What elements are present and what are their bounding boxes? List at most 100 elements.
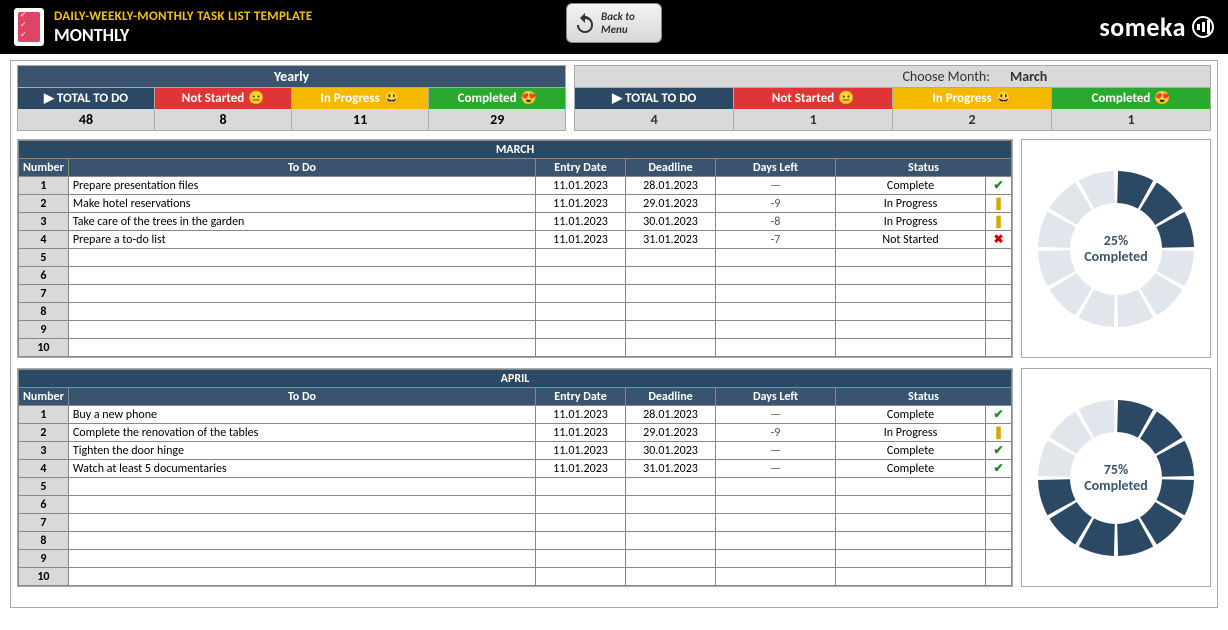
table-row[interactable]: 7 <box>19 514 1012 532</box>
row-todo[interactable] <box>68 568 535 586</box>
table-row[interactable]: 6 <box>19 496 1012 514</box>
row-status[interactable] <box>836 550 986 568</box>
row-todo[interactable] <box>68 550 535 568</box>
table-row[interactable]: 6 <box>19 267 1012 285</box>
row-deadline[interactable]: 28.01.2023 <box>626 177 716 195</box>
row-todo[interactable] <box>68 267 535 285</box>
table-row[interactable]: 5 <box>19 249 1012 267</box>
table-row[interactable]: 10 <box>19 339 1012 357</box>
row-todo[interactable] <box>68 478 535 496</box>
row-entry[interactable] <box>536 285 626 303</box>
row-entry[interactable]: 11.01.2023 <box>536 406 626 424</box>
row-status[interactable]: In Progress <box>836 424 986 442</box>
row-status[interactable]: In Progress <box>836 195 986 213</box>
table-row[interactable]: 7 <box>19 285 1012 303</box>
row-todo[interactable]: Complete the renovation of the tables <box>68 424 535 442</box>
row-status[interactable] <box>836 249 986 267</box>
row-deadline[interactable] <box>626 532 716 550</box>
row-entry[interactable] <box>536 496 626 514</box>
row-deadline[interactable] <box>626 496 716 514</box>
row-status[interactable] <box>836 496 986 514</box>
table-row[interactable]: 1 Buy a new phone 11.01.2023 28.01.2023 … <box>19 406 1012 424</box>
row-todo[interactable] <box>68 321 535 339</box>
table-row[interactable]: 9 <box>19 550 1012 568</box>
row-todo[interactable] <box>68 514 535 532</box>
row-entry[interactable]: 11.01.2023 <box>536 231 626 249</box>
row-entry[interactable] <box>536 478 626 496</box>
table-row[interactable]: 3 Tighten the door hinge 11.01.2023 30.0… <box>19 442 1012 460</box>
row-status[interactable] <box>836 532 986 550</box>
row-status[interactable] <box>836 321 986 339</box>
row-todo[interactable] <box>68 303 535 321</box>
row-deadline[interactable]: 31.01.2023 <box>626 460 716 478</box>
row-deadline[interactable] <box>626 321 716 339</box>
row-deadline[interactable] <box>626 303 716 321</box>
table-row[interactable]: 2 Complete the renovation of the tables … <box>19 424 1012 442</box>
row-deadline[interactable]: 29.01.2023 <box>626 424 716 442</box>
table-row[interactable]: 2 Make hotel reservations 11.01.2023 29.… <box>19 195 1012 213</box>
row-todo[interactable]: Take care of the trees in the garden <box>68 213 535 231</box>
row-status[interactable] <box>836 267 986 285</box>
table-row[interactable]: 4 Prepare a to-do list 11.01.2023 31.01.… <box>19 231 1012 249</box>
row-status[interactable] <box>836 514 986 532</box>
table-row[interactable]: 10 <box>19 568 1012 586</box>
row-deadline[interactable] <box>626 267 716 285</box>
row-status[interactable] <box>836 303 986 321</box>
row-status[interactable] <box>836 285 986 303</box>
table-row[interactable]: 3 Take care of the trees in the garden 1… <box>19 213 1012 231</box>
row-todo[interactable] <box>68 285 535 303</box>
row-status[interactable] <box>836 339 986 357</box>
row-status[interactable]: Complete <box>836 460 986 478</box>
table-row[interactable]: 9 <box>19 321 1012 339</box>
row-todo[interactable] <box>68 532 535 550</box>
table-row[interactable]: 8 <box>19 303 1012 321</box>
row-status[interactable]: Complete <box>836 177 986 195</box>
table-row[interactable]: 5 <box>19 478 1012 496</box>
row-todo[interactable] <box>68 249 535 267</box>
row-entry[interactable]: 11.01.2023 <box>536 195 626 213</box>
row-deadline[interactable] <box>626 550 716 568</box>
row-entry[interactable]: 11.01.2023 <box>536 213 626 231</box>
row-entry[interactable] <box>536 321 626 339</box>
row-deadline[interactable] <box>626 285 716 303</box>
row-todo[interactable]: Make hotel reservations <box>68 195 535 213</box>
row-deadline[interactable]: 31.01.2023 <box>626 231 716 249</box>
row-todo[interactable]: Prepare presentation files <box>68 177 535 195</box>
row-todo[interactable]: Tighten the door hinge <box>68 442 535 460</box>
row-deadline[interactable]: 30.01.2023 <box>626 213 716 231</box>
row-status[interactable]: Not Started <box>836 231 986 249</box>
row-entry[interactable] <box>536 339 626 357</box>
row-status[interactable]: Complete <box>836 442 986 460</box>
row-entry[interactable]: 11.01.2023 <box>536 424 626 442</box>
row-deadline[interactable] <box>626 249 716 267</box>
row-entry[interactable] <box>536 249 626 267</box>
row-entry[interactable] <box>536 267 626 285</box>
row-deadline[interactable]: 28.01.2023 <box>626 406 716 424</box>
choose-month-value[interactable]: March <box>1010 68 1210 85</box>
row-todo[interactable]: Buy a new phone <box>68 406 535 424</box>
row-entry[interactable]: 11.01.2023 <box>536 460 626 478</box>
row-deadline[interactable] <box>626 339 716 357</box>
row-entry[interactable]: 11.01.2023 <box>536 177 626 195</box>
row-deadline[interactable]: 30.01.2023 <box>626 442 716 460</box>
row-todo[interactable] <box>68 339 535 357</box>
row-status[interactable]: Complete <box>836 406 986 424</box>
row-status[interactable]: In Progress <box>836 213 986 231</box>
row-todo[interactable] <box>68 496 535 514</box>
row-entry[interactable] <box>536 514 626 532</box>
row-status[interactable] <box>836 568 986 586</box>
row-entry[interactable] <box>536 303 626 321</box>
row-todo[interactable]: Prepare a to-do list <box>68 231 535 249</box>
row-entry[interactable] <box>536 568 626 586</box>
table-row[interactable]: 1 Prepare presentation files 11.01.2023 … <box>19 177 1012 195</box>
table-row[interactable]: 8 <box>19 532 1012 550</box>
row-deadline[interactable]: 29.01.2023 <box>626 195 716 213</box>
row-deadline[interactable] <box>626 568 716 586</box>
row-entry[interactable] <box>536 550 626 568</box>
row-todo[interactable]: Watch at least 5 documentaries <box>68 460 535 478</box>
back-to-menu-button[interactable]: Back to Menu <box>566 3 662 43</box>
row-deadline[interactable] <box>626 514 716 532</box>
row-status[interactable] <box>836 478 986 496</box>
row-entry[interactable]: 11.01.2023 <box>536 442 626 460</box>
row-entry[interactable] <box>536 532 626 550</box>
